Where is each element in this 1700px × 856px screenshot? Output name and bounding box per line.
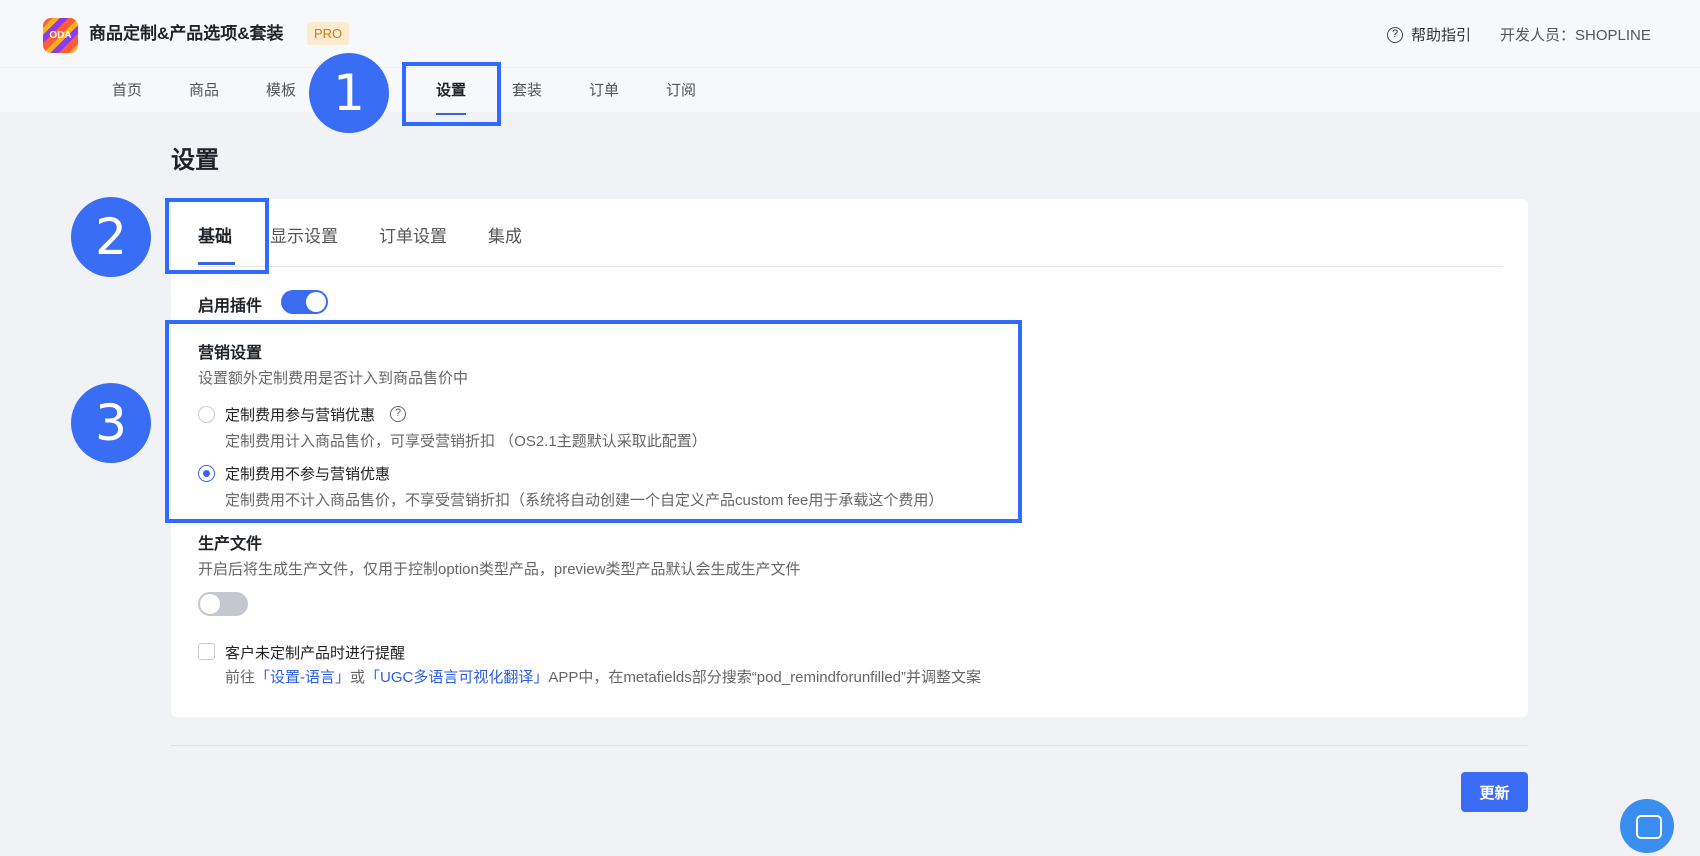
help-link[interactable]: ? 帮助指引 bbox=[1387, 24, 1471, 45]
pro-badge: PRO bbox=[307, 22, 350, 45]
app-logo: ODA bbox=[43, 18, 78, 53]
plugin-label: 启用插件 bbox=[198, 298, 263, 315]
reminder-label: 客户未定制产品时进行提醒 bbox=[225, 645, 406, 662]
nav-orders[interactable]: 订单 bbox=[589, 81, 619, 101]
settings-language-link[interactable]: 「设置-语言」 bbox=[255, 669, 350, 686]
chat-icon[interactable] bbox=[1620, 799, 1674, 853]
main-nav bbox=[0, 68, 1700, 112]
nav-templates[interactable]: 模板 bbox=[266, 81, 296, 101]
nav-bundles[interactable]: 套装 bbox=[512, 81, 542, 101]
annotation-box-1 bbox=[402, 62, 501, 126]
annotation-badge-3: 3 bbox=[71, 383, 151, 463]
annotation-box-3 bbox=[165, 320, 1022, 523]
help-icon: ? bbox=[1387, 26, 1403, 43]
nav-products[interactable]: 商品 bbox=[189, 81, 219, 101]
ugc-translate-link[interactable]: 「UGC多语言可视化翻译」 bbox=[365, 669, 548, 686]
nav-subscription[interactable]: 订阅 bbox=[666, 81, 696, 101]
reminder-desc: 前往「设置-语言」或「UGC多语言可视化翻译」APP中，在metafields部… bbox=[225, 669, 982, 686]
production-toggle[interactable] bbox=[198, 592, 248, 616]
production-title: 生产文件 bbox=[198, 536, 263, 553]
page-title: 设置 bbox=[171, 147, 219, 174]
annotation-badge-2: 2 bbox=[71, 197, 151, 277]
tab-divider bbox=[198, 266, 1502, 267]
production-desc: 开启后将生成生产文件，仅用于控制option类型产品，preview类型产品默认… bbox=[198, 561, 801, 578]
tab-display-settings[interactable]: 显示设置 bbox=[270, 222, 338, 247]
update-button[interactable]: 更新 bbox=[1461, 772, 1528, 812]
plugin-toggle[interactable] bbox=[281, 290, 328, 314]
toggle-knob bbox=[306, 292, 326, 312]
nav-home[interactable]: 首页 bbox=[112, 81, 142, 101]
tab-integration[interactable]: 集成 bbox=[488, 222, 522, 247]
app-title: 商品定制&产品选项&套装 bbox=[89, 24, 284, 43]
developer-label: 开发人员：SHOPLINE bbox=[1500, 27, 1651, 44]
annotation-box-2 bbox=[165, 198, 269, 274]
footer-divider bbox=[171, 745, 1528, 746]
annotation-badge-1: 1 bbox=[309, 53, 389, 133]
toggle-knob bbox=[200, 594, 220, 614]
tab-order-settings[interactable]: 订单设置 bbox=[379, 222, 447, 247]
reminder-checkbox[interactable] bbox=[198, 643, 215, 660]
